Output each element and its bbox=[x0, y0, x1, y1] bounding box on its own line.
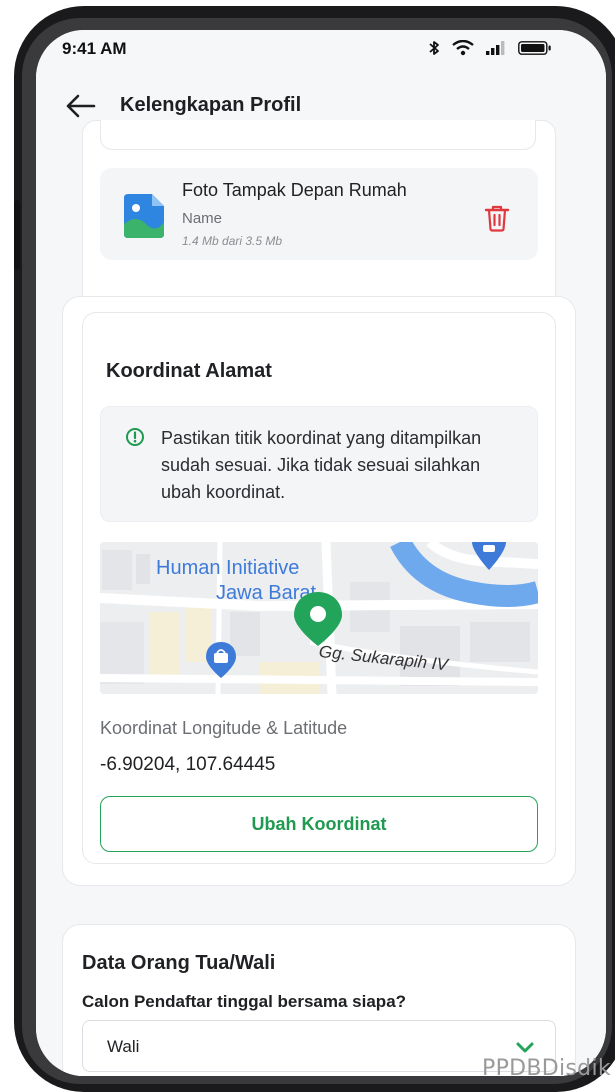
change-coordinate-button[interactable]: Ubah Koordinat bbox=[100, 796, 538, 852]
file-title: Foto Tampak Depan Rumah bbox=[182, 180, 407, 200]
alert-circle-icon bbox=[126, 428, 144, 446]
page-title: Kelengkapan Profil bbox=[120, 94, 302, 116]
map-place-label: Human Initiative bbox=[156, 557, 300, 579]
wifi-icon bbox=[452, 40, 474, 56]
map-preview[interactable]: Human Initiative Jawa Barat Gg. Sukarapi… bbox=[100, 542, 538, 694]
status-time: 9:41 AM bbox=[62, 39, 127, 58]
uploaded-file-item: Foto Tampak Depan Rumah Name 1.4 Mb dari… bbox=[100, 168, 538, 260]
side-button bbox=[14, 200, 20, 270]
notice-text: Pastikan titik koordinat yang ditampilka… bbox=[161, 428, 482, 502]
watermark: PPDBDisdik bbox=[482, 1056, 611, 1081]
status-icons bbox=[428, 40, 552, 56]
shopping-poi-icon-top bbox=[472, 542, 506, 570]
battery-icon bbox=[518, 41, 551, 55]
trash-icon[interactable] bbox=[484, 204, 510, 232]
coordinate-title: Koordinat Alamat bbox=[106, 360, 272, 382]
map-location-pin-icon[interactable] bbox=[291, 590, 345, 648]
living-with-question: Calon Pendaftar tinggal bersama siapa? bbox=[82, 992, 407, 1011]
file-name: Name bbox=[182, 210, 223, 227]
bluetooth-icon bbox=[429, 41, 439, 55]
select-value: Wali bbox=[107, 1037, 140, 1056]
status-bar: 9:41 AM bbox=[36, 30, 606, 70]
coordinate-notice: Pastikan titik koordinat yang ditampilka… bbox=[100, 406, 538, 522]
file-size: 1.4 Mb dari 3.5 Mb bbox=[182, 234, 283, 248]
shopping-poi-icon bbox=[206, 642, 236, 678]
coordinate-value: -6.90204, 107.64445 bbox=[100, 754, 276, 775]
chevron-down-icon bbox=[516, 1042, 534, 1053]
signal-icon bbox=[486, 41, 505, 55]
phone-screen: 9:41 AM Kelengkapan Profil Foto Tampak D… bbox=[36, 30, 606, 1076]
image-file-icon bbox=[124, 194, 164, 238]
content-area: Foto Tampak Depan Rumah Name 1.4 Mb dari… bbox=[36, 120, 606, 1076]
coordinate-field-label: Koordinat Longitude & Latitude bbox=[100, 718, 348, 738]
back-arrow-icon[interactable] bbox=[64, 92, 98, 120]
previous-file-item bbox=[100, 120, 536, 150]
parent-section-title: Data Orang Tua/Wali bbox=[82, 952, 276, 974]
